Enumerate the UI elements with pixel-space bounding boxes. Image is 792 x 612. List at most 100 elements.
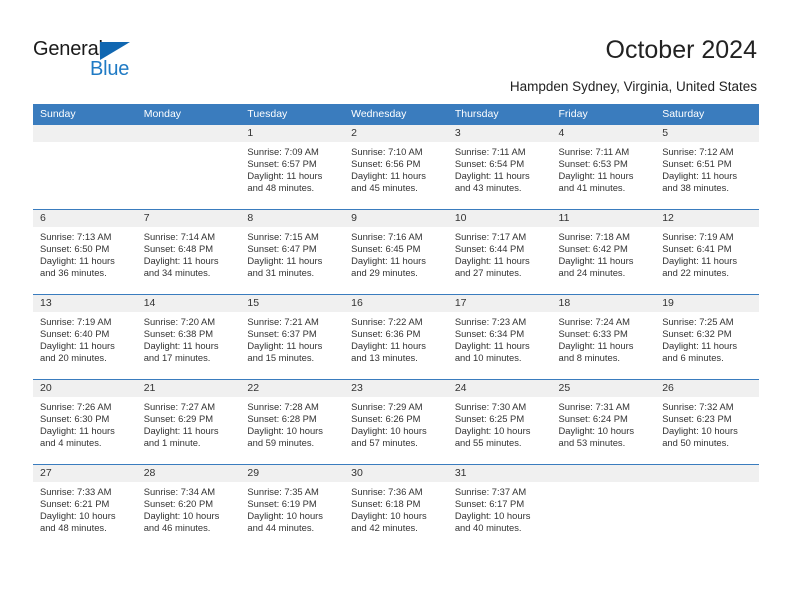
day-details: Sunrise: 7:15 AM Sunset: 6:47 PM Daylight:… — [240, 227, 344, 279]
daylight-duration-line2: and 46 minutes. — [143, 522, 211, 534]
calendar-day-cell[interactable]: 10 Sunrise: 7:17 AM Sunset: 6:44 PM Dayligh… — [447, 209, 552, 295]
daylight-duration-line2: and 22 minutes. — [662, 267, 729, 279]
sunset-time: Sunset: 6:19 PM — [247, 498, 317, 510]
calendar-day-cell[interactable]: 28 Sunrise: 7:34 AM Sunset: 6:20 PM Dayligh… — [136, 464, 241, 549]
logo-text-blue: Blue — [90, 58, 130, 80]
calendar-day-cell[interactable]: 22 Sunrise: 7:28 AM Sunset: 6:28 PM Dayligh… — [240, 379, 345, 465]
calendar-day-cell[interactable]: 26 Sunrise: 7:32 AM Sunset: 6:23 PM Dayligh… — [655, 379, 759, 465]
day-number: 9 — [344, 210, 448, 227]
daylight-duration-line2: and 20 minutes. — [40, 352, 107, 364]
day-details — [552, 482, 656, 486]
sunrise-time: Sunrise: 7:27 AM — [143, 401, 216, 412]
calendar-day-cell[interactable]: 6 Sunrise: 7:13 AM Sunset: 6:50 PM Daylight… — [33, 209, 137, 295]
calendar-day-cell[interactable]: 7 Sunrise: 7:14 AM Sunset: 6:48 PM Daylight… — [136, 209, 241, 295]
calendar-day-cell[interactable]: 16 Sunrise: 7:22 AM Sunset: 6:36 PM Dayligh… — [344, 294, 448, 380]
day-details: Sunrise: 7:11 AM Sunset: 6:54 PM Daylight:… — [448, 142, 552, 194]
sunrise-time: Sunrise: 7:28 AM — [247, 401, 319, 412]
daylight-duration-line1: Daylight: 11 hours — [662, 255, 738, 267]
daylight-duration-line1: Daylight: 11 hours — [143, 340, 219, 352]
daylight-duration-line1: Daylight: 11 hours — [247, 170, 323, 182]
calendar-day-cell[interactable]: 14 Sunrise: 7:20 AM Sunset: 6:38 PM Dayligh… — [136, 294, 241, 380]
calendar-day-cell[interactable]: 18 Sunrise: 7:24 AM Sunset: 6:33 PM Dayligh… — [551, 294, 656, 380]
calendar-day-cell[interactable]: 29 Sunrise: 7:35 AM Sunset: 6:19 PM Dayligh… — [240, 464, 345, 549]
page-title: October 2024 — [605, 36, 758, 64]
daylight-duration-line2: and 15 minutes. — [247, 352, 315, 364]
daylight-duration-line2: and 1 minute. — [143, 437, 201, 449]
sunset-time: Sunset: 6:51 PM — [662, 158, 732, 170]
day-number — [551, 465, 656, 482]
daylight-duration-line2: and 42 minutes. — [351, 522, 418, 534]
weekday-header-friday: Friday — [551, 104, 656, 125]
calendar-day-cell[interactable]: 5 Sunrise: 7:12 AM Sunset: 6:51 PM Daylight… — [655, 125, 759, 210]
calendar-day-cell[interactable]: 23 Sunrise: 7:29 AM Sunset: 6:26 PM Dayligh… — [344, 379, 448, 465]
calendar-day-cell[interactable]: 27 Sunrise: 7:33 AM Sunset: 6:21 PM Dayligh… — [33, 464, 137, 549]
calendar-day-cell[interactable]: 4 Sunrise: 7:11 AM Sunset: 6:53 PM Daylight… — [551, 125, 656, 210]
calendar-day-cell[interactable]: 9 Sunrise: 7:16 AM Sunset: 6:45 PM Daylight… — [344, 209, 448, 295]
day-details — [137, 142, 241, 146]
daylight-duration-line2: and 4 minutes. — [40, 437, 102, 449]
day-number: 5 — [655, 125, 759, 142]
calendar-day-cell[interactable]: 30 Sunrise: 7:36 AM Sunset: 6:18 PM Dayligh… — [344, 464, 448, 549]
day-details: Sunrise: 7:24 AM Sunset: 6:33 PM Daylight:… — [552, 312, 656, 364]
calendar-day-cell[interactable]: 17 Sunrise: 7:23 AM Sunset: 6:34 PM Dayligh… — [447, 294, 552, 380]
weekday-header-tuesday: Tuesday — [240, 104, 345, 125]
calendar-day-cell[interactable]: 21 Sunrise: 7:27 AM Sunset: 6:29 PM Dayligh… — [136, 379, 241, 465]
calendar-day-cell[interactable]: 31 Sunrise: 7:37 AM Sunset: 6:17 PM Dayligh… — [447, 464, 552, 549]
sunset-time: Sunset: 6:56 PM — [351, 158, 421, 170]
day-number: 31 — [447, 465, 552, 482]
day-number: 23 — [344, 380, 448, 397]
daylight-duration-line2: and 48 minutes. — [40, 522, 107, 534]
day-details: Sunrise: 7:14 AM Sunset: 6:48 PM Daylight:… — [137, 227, 241, 279]
calendar-day-cell[interactable]: 25 Sunrise: 7:31 AM Sunset: 6:24 PM Dayligh… — [551, 379, 656, 465]
calendar-day-cell[interactable]: 20 Sunrise: 7:26 AM Sunset: 6:30 PM Dayligh… — [33, 379, 137, 465]
day-details: Sunrise: 7:25 AM Sunset: 6:32 PM Daylight:… — [655, 312, 759, 364]
calendar-day-cell[interactable]: 3 Sunrise: 7:11 AM Sunset: 6:54 PM Daylight… — [447, 125, 552, 210]
day-number — [655, 465, 759, 482]
daylight-duration-line2: and 10 minutes. — [454, 352, 522, 364]
calendar-day-cell[interactable]: 13 Sunrise: 7:19 AM Sunset: 6:40 PM Dayligh… — [33, 294, 137, 380]
daylight-duration-line2: and 24 minutes. — [558, 267, 626, 279]
calendar-day-cell[interactable]: 19 Sunrise: 7:25 AM Sunset: 6:32 PM Dayligh… — [655, 294, 759, 380]
calendar-day-cell-empty — [33, 125, 137, 210]
weekday-header-wednesday: Wednesday — [344, 104, 448, 125]
day-number: 11 — [551, 210, 656, 227]
sunrise-time: Sunrise: 7:12 AM — [662, 146, 734, 157]
calendar-day-cell[interactable]: 8 Sunrise: 7:15 AM Sunset: 6:47 PM Daylight… — [240, 209, 345, 295]
day-details: Sunrise: 7:23 AM Sunset: 6:34 PM Daylight:… — [448, 312, 552, 364]
day-details: Sunrise: 7:26 AM Sunset: 6:30 PM Daylight:… — [33, 397, 137, 449]
sunset-time: Sunset: 6:30 PM — [40, 413, 110, 425]
calendar-day-cell-empty — [136, 125, 241, 210]
day-number: 1 — [240, 125, 345, 142]
day-number: 3 — [447, 125, 552, 142]
daylight-duration-line2: and 27 minutes. — [454, 267, 522, 279]
calendar-day-cell[interactable]: 12 Sunrise: 7:19 AM Sunset: 6:41 PM Dayligh… — [655, 209, 759, 295]
sunset-time: Sunset: 6:40 PM — [40, 328, 110, 340]
day-number: 15 — [240, 295, 345, 312]
daylight-duration-line1: Daylight: 11 hours — [247, 255, 323, 267]
calendar-day-cell[interactable]: 24 Sunrise: 7:30 AM Sunset: 6:25 PM Dayligh… — [447, 379, 552, 465]
general-blue-logo[interactable]: General Blue — [33, 38, 193, 86]
day-number: 12 — [655, 210, 759, 227]
sunrise-time: Sunrise: 7:15 AM — [247, 231, 319, 242]
day-details: Sunrise: 7:34 AM Sunset: 6:20 PM Daylight:… — [137, 482, 241, 534]
daylight-duration-line2: and 17 minutes. — [143, 352, 211, 364]
daylight-duration-line1: Daylight: 11 hours — [247, 340, 323, 352]
calendar-day-cell[interactable]: 2 Sunrise: 7:10 AM Sunset: 6:56 PM Daylight… — [344, 125, 448, 210]
sunset-time: Sunset: 6:26 PM — [351, 413, 421, 425]
day-details: Sunrise: 7:27 AM Sunset: 6:29 PM Daylight:… — [137, 397, 241, 449]
day-number — [136, 125, 241, 142]
sunset-time: Sunset: 6:37 PM — [247, 328, 317, 340]
day-details: Sunrise: 7:32 AM Sunset: 6:23 PM Daylight:… — [655, 397, 759, 449]
day-number: 2 — [344, 125, 448, 142]
weekday-header-thursday: Thursday — [447, 104, 552, 125]
calendar-day-cell[interactable]: 1 Sunrise: 7:09 AM Sunset: 6:57 PM Daylight… — [240, 125, 345, 210]
day-details: Sunrise: 7:29 AM Sunset: 6:26 PM Daylight:… — [344, 397, 448, 449]
calendar-header-row: Sunday Monday Tuesday Wednesday Thursday… — [33, 104, 759, 125]
calendar-day-cell[interactable]: 11 Sunrise: 7:18 AM Sunset: 6:42 PM Dayligh… — [551, 209, 656, 295]
calendar-day-cell[interactable]: 15 Sunrise: 7:21 AM Sunset: 6:37 PM Dayligh… — [240, 294, 345, 380]
sunset-time: Sunset: 6:34 PM — [454, 328, 525, 340]
day-details: Sunrise: 7:35 AM Sunset: 6:19 PM Daylight:… — [240, 482, 344, 534]
daylight-duration-line1: Daylight: 11 hours — [40, 255, 115, 267]
day-number: 21 — [136, 380, 241, 397]
daylight-duration-line1: Daylight: 11 hours — [143, 425, 219, 437]
